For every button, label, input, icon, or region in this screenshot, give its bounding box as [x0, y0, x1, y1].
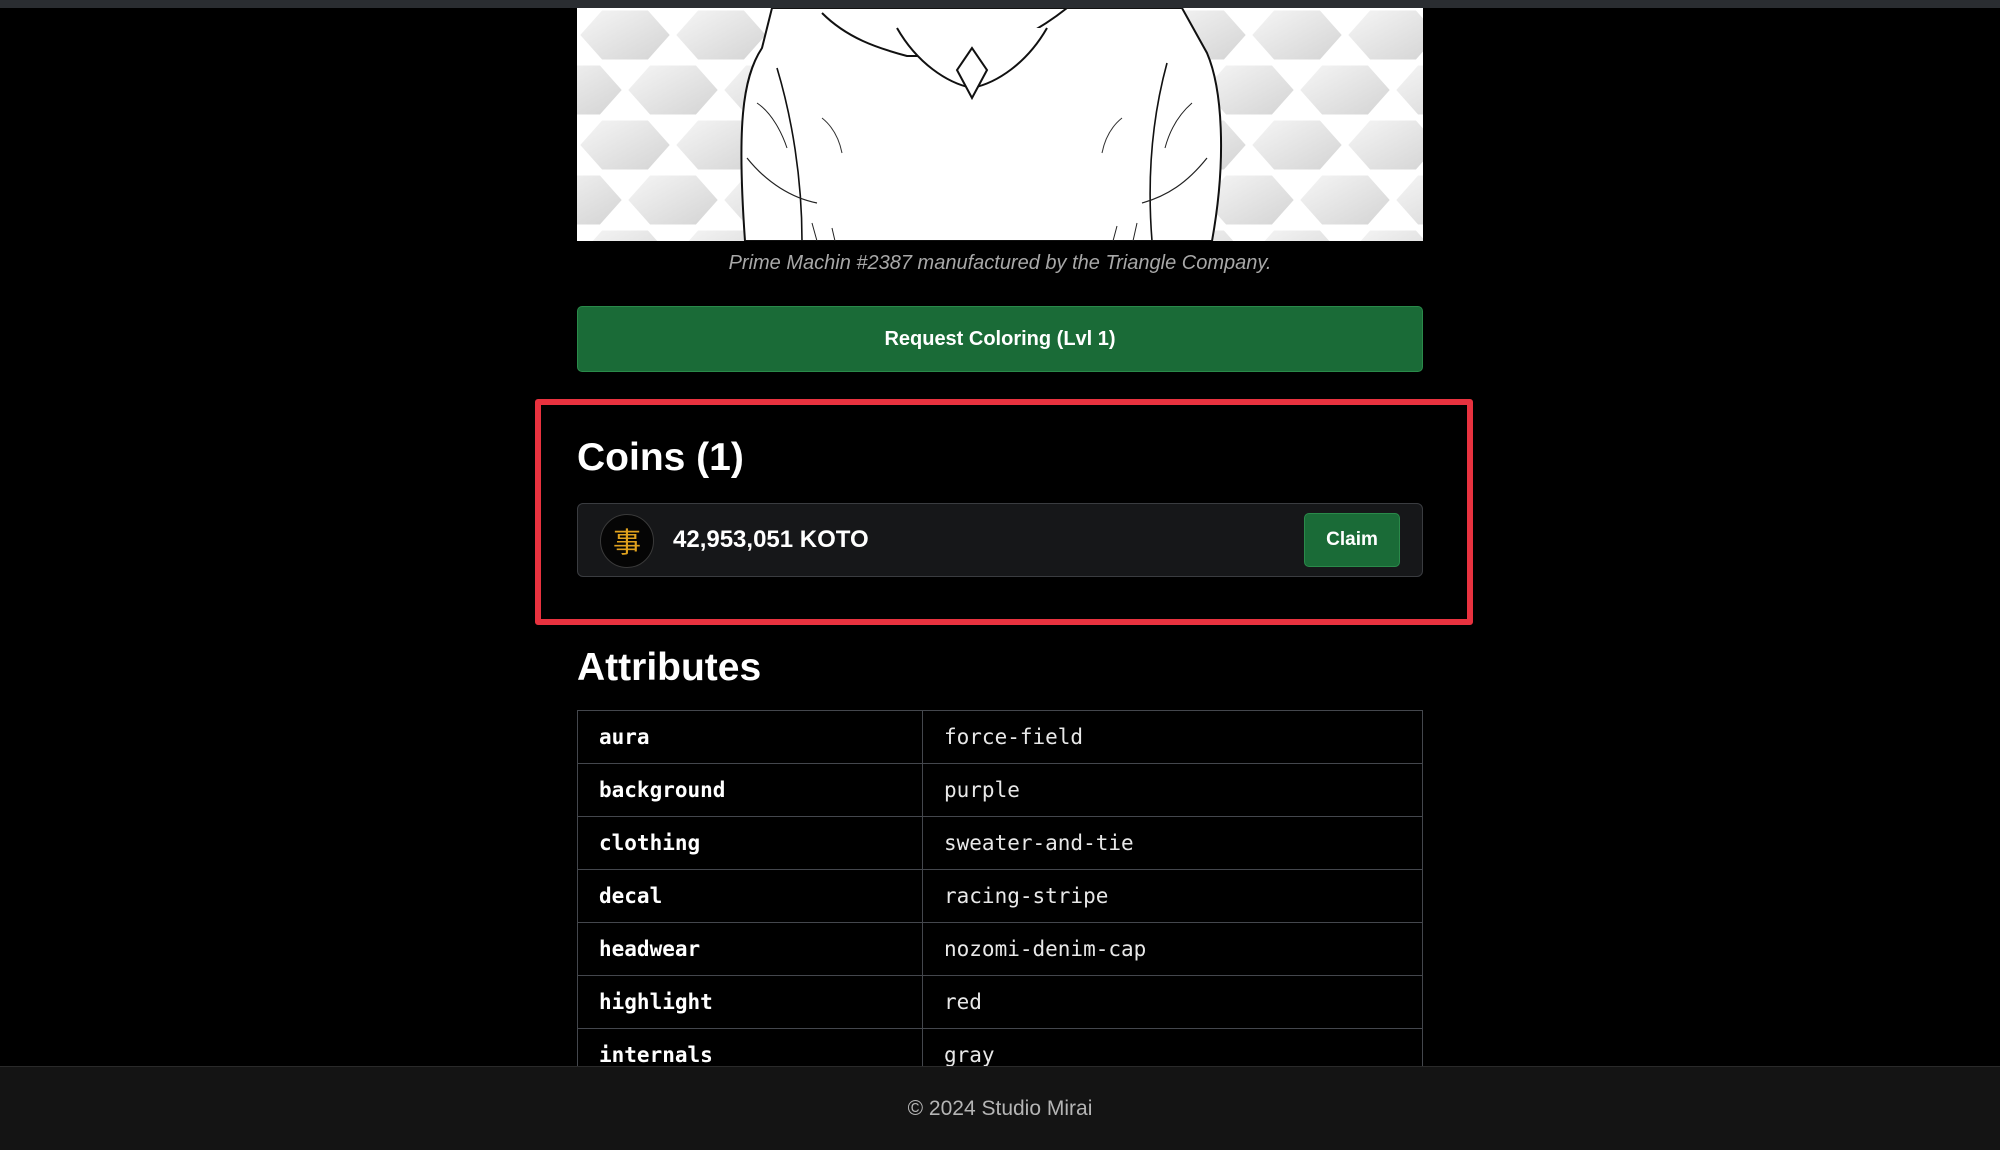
table-row: aura force-field [577, 710, 1423, 764]
footer-copyright: © 2024 Studio Mirai [907, 1096, 1093, 1120]
attribute-value: racing-stripe [922, 869, 1423, 923]
coins-section-highlight: Coins (1) 事 42,953,051 KOTO Claim [535, 399, 1473, 625]
coin-list-item: 事 42,953,051 KOTO Claim [577, 503, 1423, 577]
attribute-key: decal [577, 869, 923, 923]
attribute-key: background [577, 763, 923, 817]
table-row: decal racing-stripe [577, 869, 1423, 923]
attribute-value: nozomi-denim-cap [922, 922, 1423, 976]
nft-artwork-image [577, 8, 1423, 241]
attribute-key: aura [577, 710, 923, 764]
attribute-key: internals [577, 1028, 923, 1066]
koto-coin-icon: 事 [600, 514, 654, 568]
table-row: internals gray [577, 1028, 1423, 1066]
attribute-key: highlight [577, 975, 923, 1029]
browser-top-strip [0, 0, 2000, 8]
attribute-value: sweater-and-tie [922, 816, 1423, 870]
page-footer: © 2024 Studio Mirai [0, 1066, 2000, 1150]
attribute-value: red [922, 975, 1423, 1029]
attributes-heading: Attributes [577, 646, 762, 689]
main-content: Prime Machin #2387 manufactured by the T… [535, 8, 1473, 1066]
table-row: clothing sweater-and-tie [577, 816, 1423, 870]
coins-heading: Coins (1) [577, 436, 744, 479]
table-row: background purple [577, 763, 1423, 817]
artwork-caption: Prime Machin #2387 manufactured by the T… [728, 252, 1272, 274]
table-row: headwear nozomi-denim-cap [577, 922, 1423, 976]
table-row: highlight red [577, 975, 1423, 1029]
page-scroll-area[interactable]: Prime Machin #2387 manufactured by the T… [0, 8, 2000, 1066]
request-coloring-button[interactable]: Request Coloring (Lvl 1) [577, 306, 1423, 372]
attribute-value: gray [922, 1028, 1423, 1066]
coin-amount: 42,953,051 KOTO [673, 526, 869, 553]
attribute-key: clothing [577, 816, 923, 870]
claim-button[interactable]: Claim [1304, 513, 1400, 567]
attributes-table: aura force-field background purple cloth… [577, 710, 1423, 1066]
attribute-value: purple [922, 763, 1423, 817]
attribute-key: headwear [577, 922, 923, 976]
attribute-value: force-field [922, 710, 1423, 764]
